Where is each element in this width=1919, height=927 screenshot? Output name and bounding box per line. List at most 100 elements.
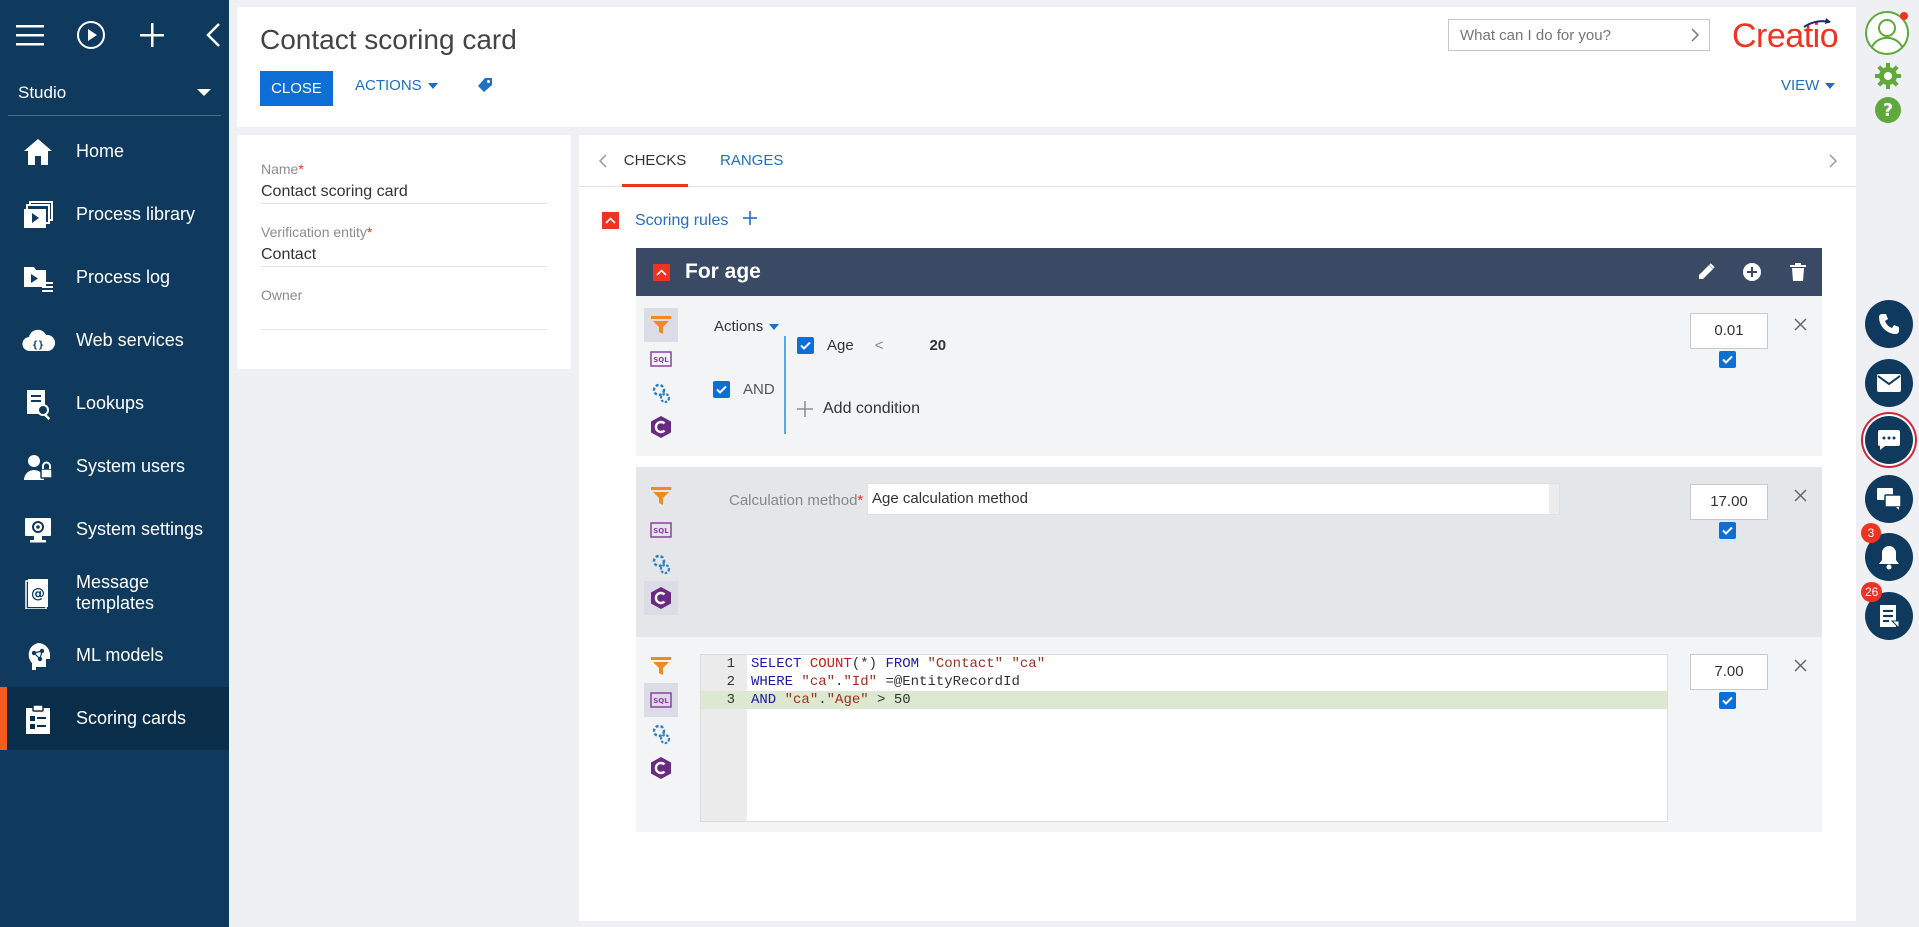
sidebar-item-web-services[interactable]: {} Web services	[0, 309, 229, 372]
csharp-icon[interactable]	[644, 410, 678, 444]
sidebar-item-scoring-cards[interactable]: Scoring cards	[0, 687, 229, 750]
phone-icon[interactable]	[1865, 300, 1913, 348]
plus-icon	[797, 401, 813, 417]
tab-checks[interactable]: CHECKS	[622, 135, 688, 187]
filter-icon[interactable]	[644, 649, 678, 683]
run-process-icon[interactable]	[75, 19, 106, 51]
sidebar-item-label: Scoring cards	[76, 708, 187, 728]
sidebar-item-process-library[interactable]: Process library	[0, 183, 229, 246]
name-field[interactable]: Name* Contact scoring card	[261, 161, 547, 204]
sidebar-item-message-templates[interactable]: @ Message templates	[0, 561, 229, 624]
collapse-icon[interactable]	[653, 263, 670, 281]
collapse-sidebar-icon[interactable]	[198, 19, 229, 51]
sql-icon[interactable]: SQL	[644, 513, 678, 547]
check-filter-block: SQL Actions AND Age < 20 Add condition 0…	[636, 296, 1822, 456]
add-condition-button[interactable]: Add condition	[797, 400, 920, 418]
chat-icon[interactable]	[1865, 416, 1913, 464]
sidebar-item-home[interactable]: Home	[0, 120, 229, 183]
close-icon[interactable]	[1790, 314, 1810, 334]
close-icon[interactable]	[1790, 655, 1810, 675]
csharp-icon[interactable]	[644, 581, 678, 615]
process-gears-icon[interactable]	[644, 376, 678, 410]
field-label: Owner	[261, 287, 303, 303]
add-icon[interactable]	[137, 19, 168, 51]
name-value: Contact scoring card	[261, 183, 408, 200]
record-fields-panel: Name* Contact scoring card Verification …	[237, 135, 571, 369]
hamburger-menu-icon[interactable]	[14, 19, 45, 51]
sidebar: Studio Home Process library Process log …	[0, 0, 229, 927]
score-input[interactable]: 7.00	[1690, 654, 1768, 690]
score-input[interactable]: 0.01	[1690, 313, 1768, 349]
rule-actions	[1694, 260, 1810, 284]
csharp-icon[interactable]	[644, 751, 678, 785]
enabled-checkbox[interactable]	[1719, 692, 1736, 709]
add-circle-icon[interactable]	[1740, 260, 1764, 284]
add-condition-label: Add condition	[823, 400, 920, 417]
check-csharp-block: SQL Calculation method* Age calculation …	[636, 467, 1822, 637]
sql-icon[interactable]: SQL	[644, 342, 678, 376]
chevron-right-icon[interactable]	[1681, 21, 1709, 49]
actions-menu-button[interactable]: ACTIONS	[355, 77, 438, 94]
add-rule-icon[interactable]	[742, 210, 758, 231]
process-gears-icon[interactable]	[644, 717, 678, 751]
filter-icon[interactable]	[644, 308, 678, 342]
scoring-cards-icon	[20, 701, 56, 737]
user-avatar[interactable]	[1864, 10, 1910, 61]
process-feed-icon[interactable]: 26	[1861, 582, 1913, 640]
logic-operator-label[interactable]: AND	[743, 381, 775, 398]
sidebar-item-process-log[interactable]: Process log	[0, 246, 229, 309]
sidebar-item-system-users[interactable]: System users	[0, 435, 229, 498]
filter-actions-menu[interactable]: Actions	[714, 318, 780, 335]
sidebar-item-lookups[interactable]: Lookups	[0, 372, 229, 435]
sidebar-item-label: Message templates	[76, 571, 155, 613]
close-icon[interactable]	[1790, 485, 1810, 505]
process-gears-icon[interactable]	[644, 547, 678, 581]
help-icon[interactable]: ?	[1874, 96, 1902, 129]
condition-value[interactable]: 20	[929, 337, 946, 354]
page-header: Contact scoring card CLOSE ACTIONS Creat…	[237, 7, 1856, 127]
collapse-icon[interactable]	[602, 212, 619, 229]
view-menu-button[interactable]: VIEW	[1781, 77, 1836, 94]
email-icon[interactable]	[1865, 359, 1913, 407]
chevron-right-icon[interactable]	[1822, 151, 1842, 171]
page-title: Contact scoring card	[260, 24, 517, 55]
calculation-method-input[interactable]: Age calculation method	[867, 483, 1560, 515]
condition-column[interactable]: Age	[827, 337, 854, 354]
sql-code-editor[interactable]: 1 2 3 SELECT COUNT(*) FROM "Contact" "ca…	[700, 654, 1668, 822]
svg-text:{}: {}	[32, 340, 44, 351]
sidebar-item-label: Process log	[76, 267, 171, 287]
tag-icon[interactable]	[477, 77, 493, 98]
sql-icon[interactable]: SQL	[644, 683, 678, 717]
condition-checkbox[interactable]	[797, 337, 814, 354]
svg-text:SQL: SQL	[653, 356, 669, 364]
feed-icon[interactable]	[1865, 475, 1913, 523]
check-type-icons: SQL	[644, 479, 678, 615]
sidebar-item-ml-models[interactable]: ML models	[0, 624, 229, 687]
tab-ranges[interactable]: RANGES	[720, 135, 783, 187]
sidebar-item-system-settings[interactable]: System settings	[0, 498, 229, 561]
field-label: Name*	[261, 161, 304, 177]
filter-icon[interactable]	[644, 479, 678, 513]
condition-operator[interactable]: <	[875, 337, 884, 354]
process-log-icon	[20, 260, 56, 296]
check-type-icons: SQL	[644, 308, 678, 444]
score-input[interactable]: 17.00	[1690, 484, 1768, 520]
gear-icon[interactable]	[1874, 62, 1902, 95]
process-feed-badge: 26	[1861, 582, 1883, 602]
edit-icon[interactable]	[1694, 260, 1718, 284]
scrollbar[interactable]	[1549, 484, 1559, 514]
search-input[interactable]	[1460, 26, 1681, 44]
calculation-method-value: Age calculation method	[872, 490, 1028, 507]
verification-entity-field[interactable]: Verification entity* Contact	[261, 224, 547, 267]
tab-bar: CHECKS RANGES	[579, 135, 1856, 187]
group-checkbox[interactable]	[713, 381, 730, 398]
workplace-selector[interactable]: Studio	[8, 70, 221, 116]
owner-field[interactable]: Owner	[261, 287, 547, 330]
enabled-checkbox[interactable]	[1719, 522, 1736, 539]
delete-icon[interactable]	[1786, 260, 1810, 284]
chevron-left-icon[interactable]	[593, 151, 613, 171]
enabled-checkbox[interactable]	[1719, 351, 1736, 368]
sidebar-toolbar	[0, 0, 229, 70]
notifications-icon[interactable]: 3	[1861, 523, 1913, 581]
close-button[interactable]: CLOSE	[260, 71, 333, 106]
